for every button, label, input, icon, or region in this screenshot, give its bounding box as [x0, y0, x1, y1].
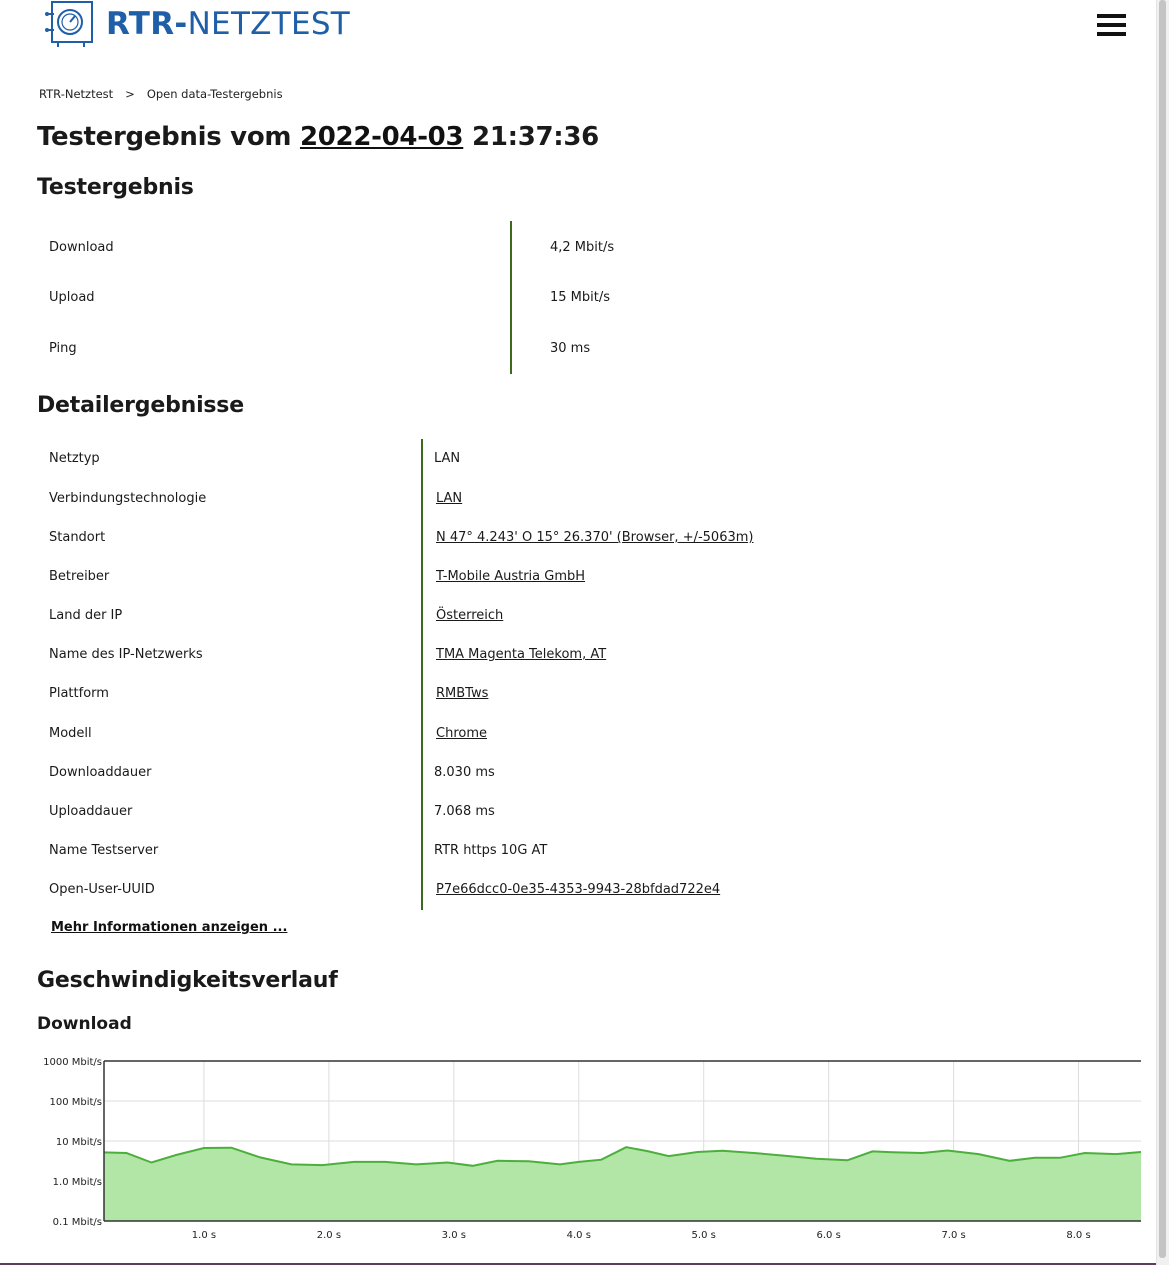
y-tick-label: 10 Mbit/s — [56, 1137, 102, 1148]
detail-label: Modell — [49, 726, 92, 741]
page-title-time: 21:37:36 — [472, 122, 599, 152]
x-tick-label: 5.0 s — [692, 1230, 716, 1241]
detail-value-link[interactable]: TMA Magenta Telekom, AT — [436, 647, 606, 662]
detail-label: Name Testserver — [49, 843, 159, 858]
rtr-netztest-logo[interactable]: RTR-NETZTEST — [44, 0, 350, 48]
detail-label: Plattform — [49, 686, 109, 701]
download-chart-heading: Download — [37, 1014, 132, 1034]
x-tick-label: 4.0 s — [567, 1230, 591, 1241]
x-tick-label: 7.0 s — [941, 1230, 965, 1241]
breadcrumb-current: Open data-Testergebnis — [146, 87, 283, 101]
detail-value-link[interactable]: LAN — [436, 491, 462, 506]
detail-value-link[interactable]: Österreich — [436, 608, 503, 623]
detail-label: Uploaddauer — [49, 804, 133, 819]
y-tick-label: 0.1 Mbit/s — [53, 1217, 102, 1228]
page-title-prefix: Testergebnis vom — [37, 122, 292, 152]
page-title: Testergebnis vom 2022-04-03 21:37:36 — [37, 122, 599, 152]
y-tick-label: 1000 Mbit/s — [43, 1057, 102, 1068]
download-speed-chart: 0.1 Mbit/s 1.0 Mbit/s 10 Mbit/s 100 Mbit/s 1… — [43, 1057, 1142, 1241]
details-heading: Detailergebnisse — [37, 393, 244, 418]
result-table-divider — [510, 221, 512, 374]
detail-value[interactable]: P7e66dcc0-0e35-4353-9943-28bfdad722e4 — [436, 882, 720, 897]
result-value-download: 4,2 Mbit/s — [550, 240, 615, 255]
breadcrumb-link-home[interactable]: RTR-Netztest — [39, 87, 113, 101]
details-table-divider — [421, 439, 423, 910]
detail-label: Downloaddauer — [49, 765, 152, 780]
result-label: Upload — [49, 290, 95, 305]
x-tick-label: 6.0 s — [817, 1230, 841, 1241]
detail-value[interactable]: RMBTws — [436, 686, 488, 701]
detail-label: Open-User-UUID — [49, 882, 155, 897]
x-tick-label: 1.0 s — [192, 1230, 216, 1241]
detail-label: Netztyp — [49, 451, 100, 466]
y-tick-label: 1.0 Mbit/s — [53, 1177, 102, 1188]
detail-value[interactable]: TMA Magenta Telekom, AT — [436, 647, 606, 662]
detail-value[interactable]: T-Mobile Austria GmbH — [436, 569, 585, 584]
result-heading: Testergebnis — [37, 175, 194, 200]
detail-value: 8.030 ms — [434, 765, 495, 780]
result-value-upload: 15 Mbit/s — [550, 290, 611, 305]
detail-value: 7.068 ms — [434, 804, 495, 819]
speedometer-logo-icon — [45, 1, 93, 47]
scrollbar-thumb[interactable] — [1159, 0, 1166, 1258]
breadcrumb: RTR-Netztest > Open data-Testergebnis — [39, 87, 283, 101]
detail-value-link[interactable]: T-Mobile Austria GmbH — [436, 569, 585, 584]
detail-label: Land der IP — [49, 608, 123, 623]
more-info-link[interactable]: Mehr Informationen anzeigen ... — [51, 920, 287, 935]
detail-value[interactable]: LAN — [436, 491, 462, 506]
detail-value[interactable]: N 47° 4.243' O 15° 26.370' (Browser, +/-… — [436, 530, 753, 545]
detail-value: LAN — [434, 451, 461, 466]
x-tick-label: 3.0 s — [442, 1230, 466, 1241]
x-tick-label: 2.0 s — [317, 1230, 341, 1241]
detail-label: Name des IP-Netzwerks — [49, 647, 203, 662]
x-tick-label: 8.0 s — [1066, 1230, 1090, 1241]
logo-text: RTR-NETZTEST — [106, 0, 350, 48]
y-tick-label: 100 Mbit/s — [49, 1097, 102, 1108]
result-label: Download — [49, 240, 114, 255]
download-area — [104, 1147, 1141, 1221]
vertical-scrollbar[interactable] — [1156, 0, 1169, 1265]
logo-text-bold: RTR- — [106, 6, 188, 42]
page: RTR-NETZTEST RTR-Netztest > Open data-Test… — [0, 0, 1169, 1265]
speed-history-heading: Geschwindigkeitsverlauf — [37, 968, 338, 993]
result-value-ping: 30 ms — [550, 341, 591, 356]
breadcrumb-separator: > — [125, 87, 135, 101]
page-title-date-link[interactable]: 2022-04-03 — [300, 122, 464, 152]
detail-label: Standort — [49, 530, 106, 545]
detail-label: Betreiber — [49, 569, 110, 584]
detail-label: Verbindungstechnologie — [49, 491, 207, 506]
detail-value-link[interactable]: P7e66dcc0-0e35-4353-9943-28bfdad722e4 — [436, 882, 720, 897]
detail-value[interactable]: Chrome — [436, 726, 487, 741]
detail-value[interactable]: Österreich — [436, 608, 503, 623]
detail-value-link[interactable]: N 47° 4.243' O 15° 26.370' (Browser, +/-… — [436, 530, 753, 545]
detail-value-link[interactable]: RMBTws — [436, 686, 488, 701]
detail-value-link[interactable]: Chrome — [436, 726, 487, 741]
detail-value: RTR https 10G AT — [434, 843, 548, 858]
result-label: Ping — [49, 341, 77, 356]
hamburger-menu-icon[interactable] — [1097, 14, 1126, 36]
logo-text-light: NETZTEST — [187, 6, 351, 42]
